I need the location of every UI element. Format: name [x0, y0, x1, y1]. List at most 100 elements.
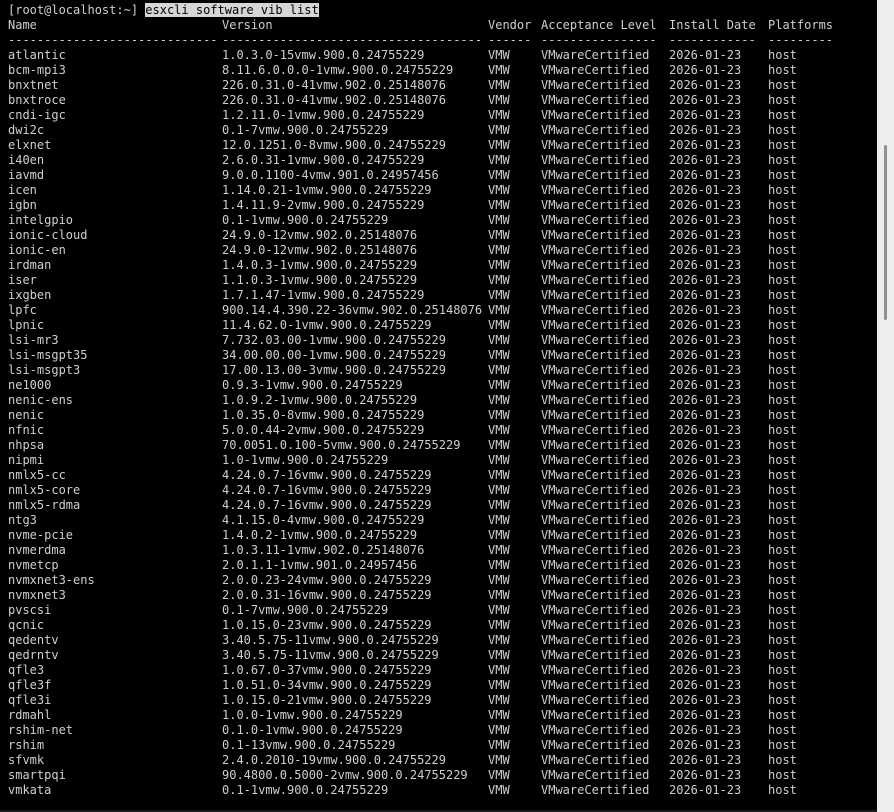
table-row: bcm-mpi3 8.11.6.0.0.0-1vmw.900.0.24755229… — [8, 63, 877, 78]
cell-name: irdman — [8, 258, 52, 272]
cell-name: ixgben — [8, 288, 52, 302]
separator-install-date: ------------ — [669, 33, 756, 47]
cell-name: cndi-igc — [8, 108, 66, 122]
cell-platforms: host — [768, 678, 797, 692]
cell-platforms: host — [768, 348, 797, 362]
cell-name: nmlx5-rdma — [8, 498, 81, 512]
cell-platforms: host — [768, 633, 797, 647]
cell-version: 1.0-1vmw.900.0.24755229 — [222, 453, 389, 467]
cell-acceptance-level: VMwareCertified — [541, 468, 650, 482]
cell-vendor: VMW — [488, 303, 510, 317]
cell-name: ntg3 — [8, 513, 37, 527]
cell-name: nhpsa — [8, 438, 45, 452]
table-row: irdman 1.4.0.3-1vmw.900.0.24755229 VMW VMwa… — [8, 258, 877, 273]
table-row: rshim-net 0.1.0-1vmw.900.0.24755229 VMW VMw… — [8, 723, 877, 738]
cell-acceptance-level: VMwareCertified — [541, 93, 650, 107]
separator-vendor: ------ — [488, 33, 532, 47]
cell-install-date: 2026-01-23 — [669, 618, 742, 632]
cell-install-date: 2026-01-23 — [669, 453, 742, 467]
cell-version: 9.0.0.1100-4vmw.901.0.24957456 — [222, 168, 439, 182]
separator-platforms: --------- — [768, 33, 834, 47]
terminal-window[interactable]: [root@localhost:~] esxcli software vib l… — [0, 0, 894, 812]
cell-platforms: host — [768, 393, 797, 407]
scrollbar-thumb[interactable] — [884, 145, 887, 320]
table-row: smartpqi 90.4800.0.5000-2vmw.900.0.247552… — [8, 768, 877, 783]
cell-install-date: 2026-01-23 — [669, 198, 742, 212]
cell-install-date: 2026-01-23 — [669, 183, 742, 197]
cell-version: 2.0.1.1-1vmw.901.0.24957456 — [222, 558, 418, 572]
cell-acceptance-level: VMwareCertified — [541, 483, 650, 497]
cell-install-date: 2026-01-23 — [669, 303, 742, 317]
scrollbar-track[interactable] — [877, 0, 894, 812]
table-row: ne1000 0.9.3-1vmw.900.0.24755229 VMW VMware… — [8, 378, 877, 393]
header-vendor: Vendor — [488, 18, 532, 32]
cell-install-date: 2026-01-23 — [669, 663, 742, 677]
table-row: lpfc 900.14.4.390.22-36vmw.902.0.25148076… — [8, 303, 877, 318]
cell-install-date: 2026-01-23 — [669, 738, 742, 752]
cell-acceptance-level: VMwareCertified — [541, 288, 650, 302]
cell-install-date: 2026-01-23 — [669, 438, 742, 452]
table-row: vmkata 0.1-1vmw.900.0.24755229 VMW VMwareCe… — [8, 783, 877, 798]
cell-acceptance-level: VMwareCertified — [541, 573, 650, 587]
cell-vendor: VMW — [488, 273, 510, 287]
cell-vendor: VMW — [488, 633, 510, 647]
cell-platforms: host — [768, 243, 797, 257]
cell-install-date: 2026-01-23 — [669, 258, 742, 272]
cell-install-date: 2026-01-23 — [669, 363, 742, 377]
table-row: nvmerdma 1.0.3.11-1vmw.902.0.25148076 VMW V… — [8, 543, 877, 558]
cell-acceptance-level: VMwareCertified — [541, 408, 650, 422]
cell-vendor: VMW — [488, 363, 510, 377]
cell-install-date: 2026-01-23 — [669, 78, 742, 92]
table-row: nenic 1.0.35.0-8vmw.900.0.24755229 VMW VMwa… — [8, 408, 877, 423]
table-row: icen 1.14.0.21-1vmw.900.0.24755229 VMW VMwa… — [8, 183, 877, 198]
cell-acceptance-level: VMwareCertified — [541, 153, 650, 167]
cell-name: qedrntv — [8, 648, 59, 662]
cell-version: 90.4800.0.5000-2vmw.900.0.24755229 — [222, 768, 468, 782]
cell-vendor: VMW — [488, 738, 510, 752]
cell-platforms: host — [768, 693, 797, 707]
cell-name: qfle3i — [8, 693, 52, 707]
table-row: nfnic 5.0.0.44-2vmw.900.0.24755229 VMW VMwa… — [8, 423, 877, 438]
cell-name: nvmxnet3-ens — [8, 573, 95, 587]
cell-name: nmlx5-cc — [8, 468, 66, 482]
cell-vendor: VMW — [488, 333, 510, 347]
cell-name: rshim-net — [8, 723, 74, 737]
cell-name: qedentv — [8, 633, 59, 647]
separator-version: ------------------------------------ — [222, 33, 483, 47]
cell-name: nmlx5-core — [8, 483, 81, 497]
cell-install-date: 2026-01-23 — [669, 408, 742, 422]
table-row: qfle3f 1.0.51.0-34vmw.900.0.24755229 VMW VM… — [8, 678, 877, 693]
table-row: ionic-cloud 24.9.0-12vmw.902.0.25148076 VM… — [8, 228, 877, 243]
table-row: nmlx5-cc 4.24.0.7-16vmw.900.0.24755229 VMW… — [8, 468, 877, 483]
cell-vendor: VMW — [488, 153, 510, 167]
cell-vendor: VMW — [488, 783, 510, 797]
cell-platforms: host — [768, 138, 797, 152]
cell-vendor: VMW — [488, 693, 510, 707]
cell-platforms: host — [768, 183, 797, 197]
cell-acceptance-level: VMwareCertified — [541, 393, 650, 407]
cell-name: bnxtroce — [8, 93, 66, 107]
cell-platforms: host — [768, 168, 797, 182]
cell-install-date: 2026-01-23 — [669, 333, 742, 347]
cell-acceptance-level: VMwareCertified — [541, 708, 650, 722]
table-row: nvmxnet3-ens 2.0.0.23-24vmw.900.0.2475522… — [8, 573, 877, 588]
cell-install-date: 2026-01-23 — [669, 513, 742, 527]
cell-version: 5.0.0.44-2vmw.900.0.24755229 — [222, 423, 425, 437]
cell-acceptance-level: VMwareCertified — [541, 228, 650, 242]
cell-vendor: VMW — [488, 48, 510, 62]
cell-acceptance-level: VMwareCertified — [541, 63, 650, 77]
cell-acceptance-level: VMwareCertified — [541, 663, 650, 677]
cell-platforms: host — [768, 108, 797, 122]
cell-vendor: VMW — [488, 648, 510, 662]
table-row: nhpsa 70.0051.0.100-5vmw.900.0.24755229 VM… — [8, 438, 877, 453]
cell-name: qfle3f — [8, 678, 52, 692]
cell-acceptance-level: VMwareCertified — [541, 633, 650, 647]
cell-name: nfnic — [8, 423, 45, 437]
cell-version: 1.0.67.0-37vmw.900.0.24755229 — [222, 663, 432, 677]
cell-install-date: 2026-01-23 — [669, 393, 742, 407]
cell-install-date: 2026-01-23 — [669, 348, 742, 362]
cell-platforms: host — [768, 363, 797, 377]
prompt-line: [root@localhost:~] esxcli software vib l… — [8, 3, 877, 18]
cell-platforms: host — [768, 768, 797, 782]
cell-install-date: 2026-01-23 — [669, 213, 742, 227]
